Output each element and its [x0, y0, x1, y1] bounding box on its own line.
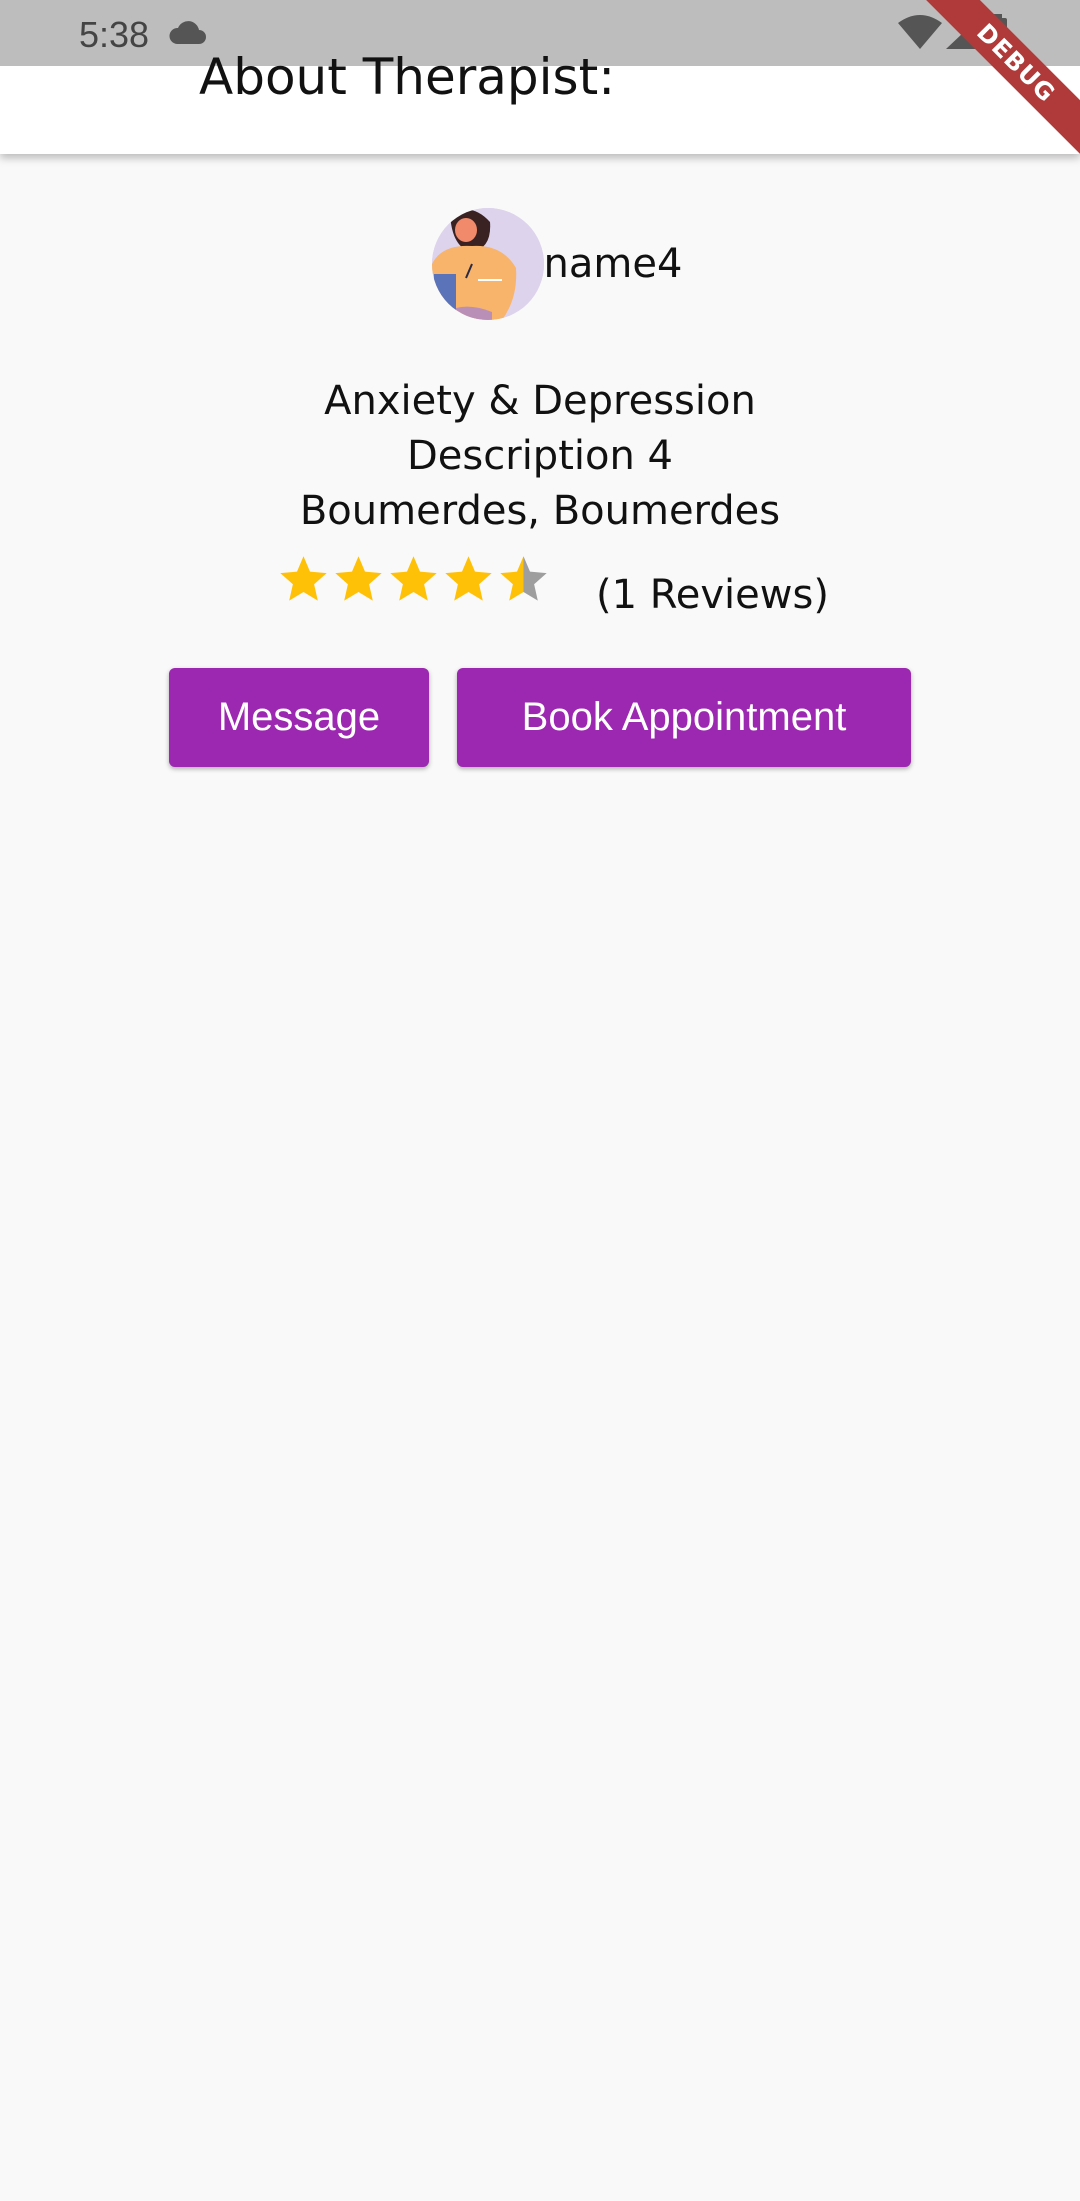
status-time: 5:38	[79, 14, 150, 55]
star-icon	[335, 556, 382, 601]
star-icon	[280, 556, 327, 601]
page-title: About Therapist:	[199, 48, 616, 106]
therapist-description: Description 4	[407, 433, 673, 479]
reviews-count: (1 Reviews)	[596, 572, 829, 618]
avatar	[431, 208, 544, 320]
debug-banner: DEBUG	[910, 0, 1080, 170]
therapist-header: name4	[0, 208, 1080, 320]
book-appointment-button[interactable]: Book Appointment	[457, 668, 911, 767]
star-icon	[390, 556, 437, 601]
therapist-name: name4	[543, 241, 683, 287]
cloud-icon	[167, 20, 207, 50]
star-icon	[445, 556, 492, 601]
therapist-specialty: Anxiety & Depression	[324, 378, 756, 424]
star-rating	[276, 553, 551, 605]
debug-label: DEBUG	[917, 0, 1080, 162]
star-icon	[500, 556, 547, 601]
avatar-illustration	[431, 208, 544, 320]
therapist-location: Boumerdes, Boumerdes	[299, 488, 781, 534]
message-button[interactable]: Message	[169, 668, 429, 767]
